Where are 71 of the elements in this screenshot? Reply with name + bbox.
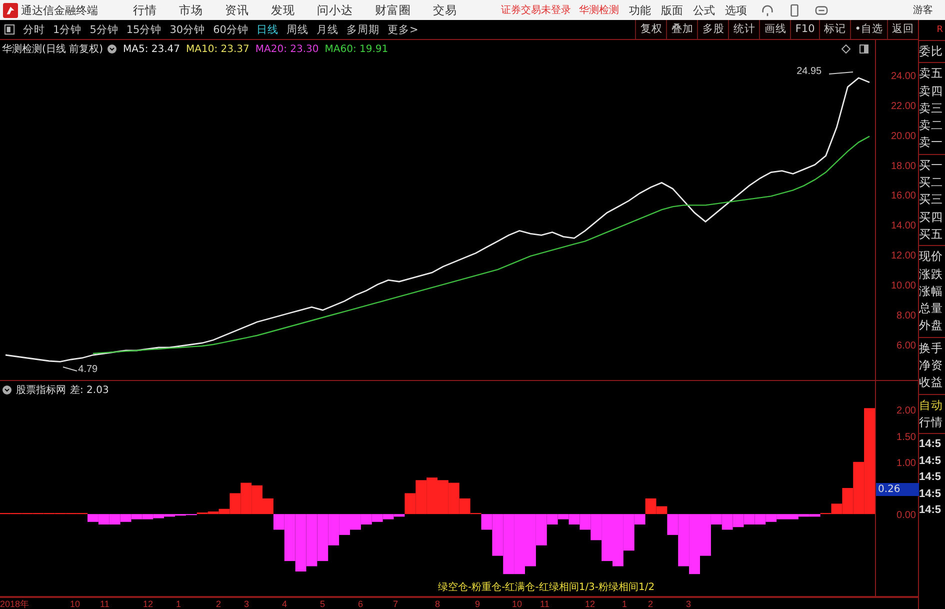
time-axis-label: 11 [540,598,550,609]
time-axis-label: 12 [143,598,154,609]
stock-name: 华测检测 [579,4,619,17]
price-annotation: 24.95 [796,66,822,78]
quote-label: 现价 [919,248,944,266]
axis-label: 0.00 [896,510,916,522]
axis-label: 16.00 [890,190,916,202]
time-axis-label: 7 [393,598,398,609]
quote-label: 买五 [919,226,944,243]
axis-label: 12.00 [890,250,916,262]
quote-label: 卖四 [919,82,944,100]
tick-time: 14:5 [919,503,942,518]
price-annotation: 4.79 [78,364,98,376]
time-axis-label: 11 [100,598,110,609]
quote-label: 卖三 [919,100,944,117]
indicator-legend: 绿空仓-粉重仓-红满仓-红绿相间1/3-粉绿相间1/2 [438,580,655,594]
time-axis-label: 5 [320,598,326,609]
quote-label: 总量 [919,300,944,318]
quote-label: 收益 [919,374,944,392]
quote-label: 卖一 [919,134,944,152]
quote-label: 买一 [919,156,944,174]
quote-label: 卖五 [919,65,944,82]
time-axis-label: 3 [686,598,692,609]
indicator-title: 股票指标网 [16,384,66,397]
tick-time: 14:5 [919,454,942,469]
tick-time: 14:5 [919,486,942,502]
rating-label: R [936,24,944,37]
axis-label: 1.00 [896,458,916,469]
time-axis-label: 1 [176,598,182,609]
time-axis-label: 2 [216,598,222,609]
ma-legend: MA10: 23.37 [186,44,250,54]
quote-label: 净资 [919,357,944,374]
quote-label: 外盘 [919,317,944,334]
quote-label: 委比 [919,43,944,60]
axis-label: 10.00 [890,280,916,292]
axis-label: 2.00 [896,406,916,417]
time-axis-label: 3 [244,598,250,609]
ma-legend: MA60: 19.91 [324,44,388,54]
quote-label: 买二 [919,174,944,192]
indicator-reading: 差: 2.03 [70,384,109,397]
time-axis-label: 2018年 [0,598,30,609]
axis-label: 14.00 [890,220,916,232]
axis-label: 20.00 [890,130,916,142]
time-axis-label: 12 [585,598,596,609]
time-axis-label: 6 [358,598,364,609]
time-axis-label: 9 [475,598,480,609]
ma-legend: MA20: 23.30 [255,44,319,54]
time-axis-label: 4 [282,598,288,609]
quote-label: 卖二 [919,117,944,134]
quote-label: 换手 [919,340,944,357]
axis-label: 22.00 [890,100,916,112]
tick-time: 14:5 [919,470,942,486]
axis-label: 24.00 [890,70,916,82]
time-axis-label: 8 [435,598,440,609]
chart-title: 华测检测(日线 前复权) [2,42,103,56]
ma-legend: MA5: 23.47 [122,44,180,54]
tick-time: 14:5 [919,437,942,452]
time-axis-label: 1 [622,598,628,609]
time-axis-label: 10 [512,598,522,609]
current-value-label: 0.26 [876,483,919,496]
axis-label: 8.00 [896,310,916,322]
time-axis-label: 2 [648,598,654,609]
axis-label: 1.50 [896,432,916,443]
quote-label: 涨跌 [919,266,944,283]
app-title: 通达信金融终端 [21,2,99,18]
axis-label: 18.00 [890,160,916,172]
quote-label: 买三 [919,191,944,208]
time-axis-label: 10 [70,598,80,609]
quote-label: 涨幅 [919,282,944,300]
quote-label: 买四 [919,208,944,226]
axis-label: 6.00 [896,340,916,352]
